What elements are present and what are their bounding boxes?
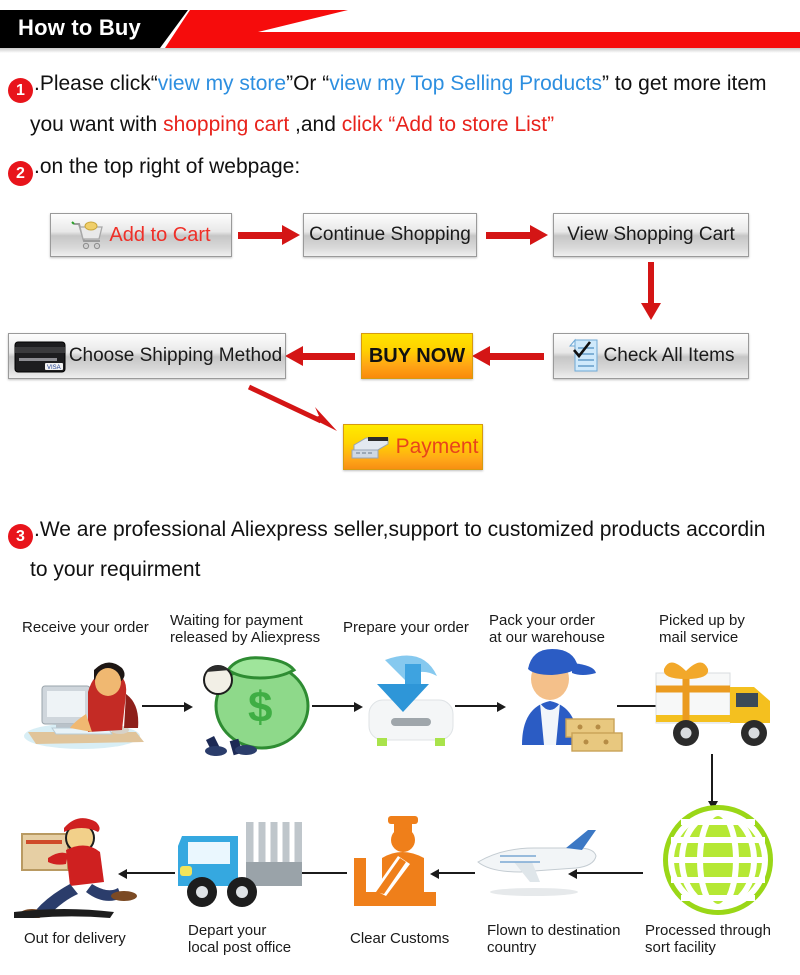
continue-shopping-button[interactable]: Continue Shopping <box>303 213 477 257</box>
quote-open: “ <box>150 72 158 95</box>
ship-label-depart-post-office: Depart your local post office <box>188 922 338 957</box>
choose-shipping-method-button[interactable]: VISA Choose Shipping Method <box>8 333 286 379</box>
download-arrow-icon <box>368 655 454 746</box>
arrow-receive-to-waiting <box>142 701 194 712</box>
credit-card-icon: VISA <box>14 341 66 373</box>
step-3-number: 3 <box>8 524 33 549</box>
ship-label-clear-customs: Clear Customs <box>350 930 490 947</box>
link-view-my-top-selling-products[interactable]: view my Top Selling Products <box>329 72 602 95</box>
cash-register-icon <box>351 437 389 459</box>
ship-label-line2: local post office <box>188 939 292 957</box>
airplane-icon <box>477 830 597 896</box>
step-1-text-a: .Please click <box>34 72 151 95</box>
ship-label-line1: Depart your <box>188 922 267 939</box>
post-truck-icon <box>178 822 302 907</box>
ship-label-out-for-delivery: Out for delivery <box>24 930 174 947</box>
running-courier-icon <box>14 818 137 918</box>
ship-label-line1: Flown to destination <box>487 922 621 939</box>
buy-now-label: BUY NOW <box>368 344 466 367</box>
svg-text:VISA: VISA <box>47 365 61 371</box>
step-3-line-2: to your requirment <box>30 558 200 582</box>
ship-label-line1: Out for delivery <box>24 930 126 947</box>
arrow-view-cart-to-check-items <box>641 262 661 320</box>
shopping-cart-icon <box>71 221 104 250</box>
step-3-line-1: 3 .We are professional Aliexpress seller,… <box>8 518 765 549</box>
ship-label-receive-order: Receive your order <box>22 619 172 636</box>
payment-label: Payment <box>395 435 479 458</box>
ship-label-picked-up: Picked up by mail service <box>659 612 789 647</box>
link-view-my-store[interactable]: view my store <box>158 72 286 95</box>
ship-label-line2: sort facility <box>645 939 716 957</box>
step-1-line2-b: ,and <box>289 113 342 136</box>
step-1-number: 1 <box>8 78 33 103</box>
ship-label-line2: country <box>487 939 537 957</box>
person-at-computer-icon <box>24 662 144 749</box>
step-3-text-line1: .We are professional Aliexpress seller,s… <box>34 518 766 541</box>
header-banner: How to Buy <box>0 0 800 56</box>
money-bag-icon: $ <box>203 656 310 756</box>
checklist-icon <box>568 338 598 372</box>
ship-label-prepare-order: Prepare your order <box>343 619 483 636</box>
check-all-items-button[interactable]: Check All Items <box>553 333 749 379</box>
payment-button[interactable]: Payment <box>343 424 483 470</box>
ship-label-sort-facility: Processed through sort facility <box>645 922 795 957</box>
arrow-check-items-to-buy-now <box>472 346 546 366</box>
choose-shipping-method-label: Choose Shipping Method <box>68 345 283 366</box>
add-to-cart-button[interactable]: Add to Cart <box>50 213 232 257</box>
customs-officer-icon <box>354 816 436 906</box>
ship-label-line1: Waiting for payment <box>170 612 303 629</box>
step-1-line-1: 1 .Please click“view my store”Or “view my… <box>8 72 767 103</box>
ship-label-line1: Receive your order <box>22 619 149 636</box>
add-to-store-list-text: click “Add to store List” <box>341 113 555 136</box>
ship-label-waiting-payment: Waiting for payment released by Aliexpre… <box>170 612 330 647</box>
ship-label-line1: Picked up by <box>659 612 745 629</box>
step-1-line2-a: you want with <box>30 113 164 136</box>
ship-label-line2: mail service <box>659 629 739 647</box>
view-shopping-cart-button[interactable]: View Shopping Cart <box>553 213 749 257</box>
buy-now-button[interactable]: BUY NOW <box>361 333 473 379</box>
delivery-truck-gift-icon <box>655 662 770 746</box>
globe-sort-icon <box>663 805 773 915</box>
page-title: How to Buy <box>18 15 141 40</box>
ship-label-line1: Clear Customs <box>350 930 450 947</box>
warehouse-worker-icon <box>522 649 623 752</box>
ship-label-line1: Pack your order <box>489 612 595 629</box>
arrow-buy-now-to-shipping-method <box>285 346 357 366</box>
add-to-cart-label: Add to Cart <box>109 223 211 246</box>
svg-text:$: $ <box>248 683 272 732</box>
ship-label-line1: Processed through <box>645 922 771 939</box>
ship-label-line1: Prepare your order <box>343 619 469 636</box>
ship-label-line2: at our warehouse <box>489 629 605 647</box>
arrow-continue-to-view-cart <box>486 225 548 245</box>
banner-shadow <box>0 48 800 53</box>
step-2-number: 2 <box>8 161 33 186</box>
step-3-text-line2: to your requirment <box>30 558 201 581</box>
check-all-items-label: Check All Items <box>603 345 735 366</box>
step-1-text-c: ” to get more item <box>601 72 767 95</box>
continue-shopping-label: Continue Shopping <box>309 224 471 245</box>
step-1-text-b: ”Or “ <box>286 72 330 95</box>
shopping-cart-text: shopping cart <box>163 113 290 136</box>
step-1-line-2: you want with shopping cart ,and click “… <box>30 113 554 137</box>
view-shopping-cart-label: View Shopping Cart <box>567 224 735 245</box>
step-2-text: .on the top right of webpage: <box>34 155 301 178</box>
arrow-add-to-cart-to-continue <box>238 225 300 245</box>
step-2-line-1: 2 .on the top right of webpage: <box>8 155 300 186</box>
ship-label-flown-destination: Flown to destination country <box>487 922 647 957</box>
ship-label-pack-order: Pack your order at our warehouse <box>489 612 639 647</box>
ship-label-line2: released by Aliexpress <box>170 629 321 647</box>
